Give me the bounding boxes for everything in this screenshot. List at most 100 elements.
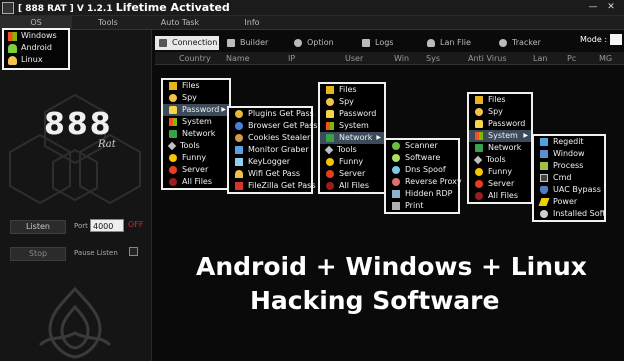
column-header[interactable]: User — [345, 52, 363, 65]
menu-item-filezilla-get-pass[interactable]: FileZilla Get Pass — [229, 180, 315, 192]
column-header[interactable]: Anti Virus — [468, 52, 507, 65]
menu-item-funny[interactable]: Funny — [163, 152, 229, 164]
submenu-arrow-icon: ▶ — [523, 132, 528, 139]
os-item-windows[interactable]: Windows — [4, 30, 68, 42]
menu-item-label: Power — [553, 197, 578, 206]
menu-item-label: All Files — [182, 177, 213, 186]
menu-item-server[interactable]: Server — [163, 164, 229, 176]
menu-item-cookies-stealer[interactable]: Cookies Stealer — [229, 132, 311, 144]
port-input[interactable]: 4000 — [90, 219, 124, 232]
menu-item-tools[interactable]: Tools — [320, 144, 384, 156]
column-header[interactable]: MG — [599, 52, 612, 65]
all-files-icon — [326, 182, 334, 190]
column-header[interactable]: Win — [394, 52, 409, 65]
submenu-arrow-icon: ▶ — [221, 106, 226, 113]
all-files-icon — [169, 178, 177, 186]
keyboard-icon — [235, 158, 243, 166]
menu-item-window[interactable]: Window — [534, 148, 604, 160]
menu-item-network[interactable]: Network — [163, 128, 229, 140]
menu-item-software[interactable]: Software — [386, 152, 458, 164]
menu-item-tools[interactable]: Tools — [163, 140, 229, 152]
os-item-linux[interactable]: Linux — [4, 54, 68, 66]
menu-item-server[interactable]: Server — [320, 168, 384, 180]
menu-item-scanner[interactable]: Scanner — [386, 140, 458, 152]
menu-item-monitor-graber[interactable]: Monitor Graber — [229, 144, 311, 156]
menu-item-password[interactable]: Password — [320, 108, 384, 120]
menu-item-wifi-get-pass[interactable]: Wifi Get Pass — [229, 168, 311, 180]
menu-item-dns-spoof[interactable]: Dns Spoof — [386, 164, 458, 176]
lock-icon — [475, 120, 483, 128]
close-button[interactable]: ✕ — [604, 1, 618, 14]
tab-builder[interactable]: Builder — [227, 36, 268, 50]
menu-item-files[interactable]: Files — [469, 94, 531, 106]
tab-logs[interactable]: Logs — [362, 36, 393, 50]
menu-item-label: Reverse Proxy — [405, 177, 462, 186]
listen-button[interactable]: Listen — [10, 220, 66, 234]
menu-item-spy[interactable]: Spy — [320, 96, 384, 108]
menu-item-network[interactable]: Network ▶ — [320, 132, 384, 144]
menu-item-tools[interactable]: Tools — [469, 154, 531, 166]
menu-item-label: Files — [182, 81, 200, 90]
menu-item-label: Installed Soft — [553, 209, 606, 218]
menu-item-funny[interactable]: Funny — [320, 156, 384, 168]
column-header[interactable]: Country — [179, 52, 211, 65]
menu-item-password[interactable]: Password ▶ — [163, 104, 229, 116]
menu-item-label: Regedit — [553, 137, 584, 146]
menu-item-system[interactable]: System — [163, 116, 229, 128]
column-header[interactable]: Sys — [426, 52, 440, 65]
menu-item-network[interactable]: Network — [469, 142, 531, 154]
menu-item-cmd[interactable]: Cmd — [534, 172, 604, 184]
menu-item-installed-soft[interactable]: Installed Soft — [534, 208, 606, 220]
menu-item-password[interactable]: Password — [469, 118, 531, 130]
menu-item-all-files[interactable]: All Files — [320, 180, 384, 192]
menu-item-server[interactable]: Server — [469, 178, 531, 190]
minimize-button[interactable]: — — [586, 1, 600, 14]
menu-item-regedit[interactable]: Regedit — [534, 136, 604, 148]
tab-lan-flie[interactable]: Lan Flie — [427, 36, 471, 50]
menu-item-files[interactable]: Files — [163, 80, 229, 92]
menu-item-reverse-proxy[interactable]: Reverse Proxy — [386, 176, 462, 188]
tab-option[interactable]: Option — [294, 36, 334, 50]
menu-item-hidden-rdp[interactable]: Hidden RDP — [386, 188, 458, 200]
menu-item-label: Password — [488, 119, 526, 128]
menu-item-system[interactable]: System — [320, 120, 384, 132]
eye-icon — [326, 98, 334, 106]
menu-item-all-files[interactable]: All Files — [469, 190, 531, 202]
menu-item-files[interactable]: Files — [320, 84, 384, 96]
column-header[interactable]: Pc — [567, 52, 576, 65]
tab-tracker[interactable]: Tracker — [499, 36, 541, 50]
menu-item-spy[interactable]: Spy — [163, 92, 229, 104]
menu-item-plugins-get-pass[interactable]: Plugins Get Pass — [229, 108, 314, 120]
mode-selector[interactable] — [610, 34, 622, 45]
shield-icon — [540, 186, 548, 194]
column-header[interactable]: Name — [226, 52, 250, 65]
column-header[interactable]: IP — [288, 52, 295, 65]
os-item-android[interactable]: Android — [4, 42, 68, 54]
menu-item-browser-get-pass[interactable]: Browser Get Pass — [229, 120, 317, 132]
column-header[interactable]: Lan — [533, 52, 547, 65]
menu-item-system[interactable]: System ▶ — [469, 130, 531, 142]
menu-item-all-files[interactable]: All Files — [163, 176, 229, 188]
menu-item-spy[interactable]: Spy — [469, 106, 531, 118]
server-icon — [169, 166, 177, 174]
port-label: Port — [74, 222, 88, 230]
menu-tools[interactable]: Tools — [72, 16, 144, 30]
stop-button[interactable]: Stop — [10, 247, 66, 261]
menu-auto-task[interactable]: Auto Task — [144, 16, 216, 30]
tab-connection[interactable]: Connection — [155, 36, 219, 50]
menu-item-process[interactable]: Process — [534, 160, 604, 172]
menu-item-power[interactable]: Power — [534, 196, 604, 208]
window-icon — [540, 150, 548, 158]
key-icon — [235, 110, 243, 118]
app-logo: 888 — [44, 107, 113, 142]
menu-item-label: KeyLogger — [248, 157, 291, 166]
menu-item-funny[interactable]: Funny — [469, 166, 531, 178]
menu-item-label: Plugins Get Pass — [248, 109, 314, 118]
menu-info[interactable]: Info — [216, 16, 288, 30]
menu-item-keylogger[interactable]: KeyLogger — [229, 156, 311, 168]
menu-item-print[interactable]: Print — [386, 200, 458, 212]
pause-listen-checkbox[interactable] — [129, 247, 138, 256]
proxy-icon — [392, 178, 400, 186]
menu-item-uac-bypass[interactable]: UAC Bypass — [534, 184, 604, 196]
android-icon — [8, 43, 17, 53]
